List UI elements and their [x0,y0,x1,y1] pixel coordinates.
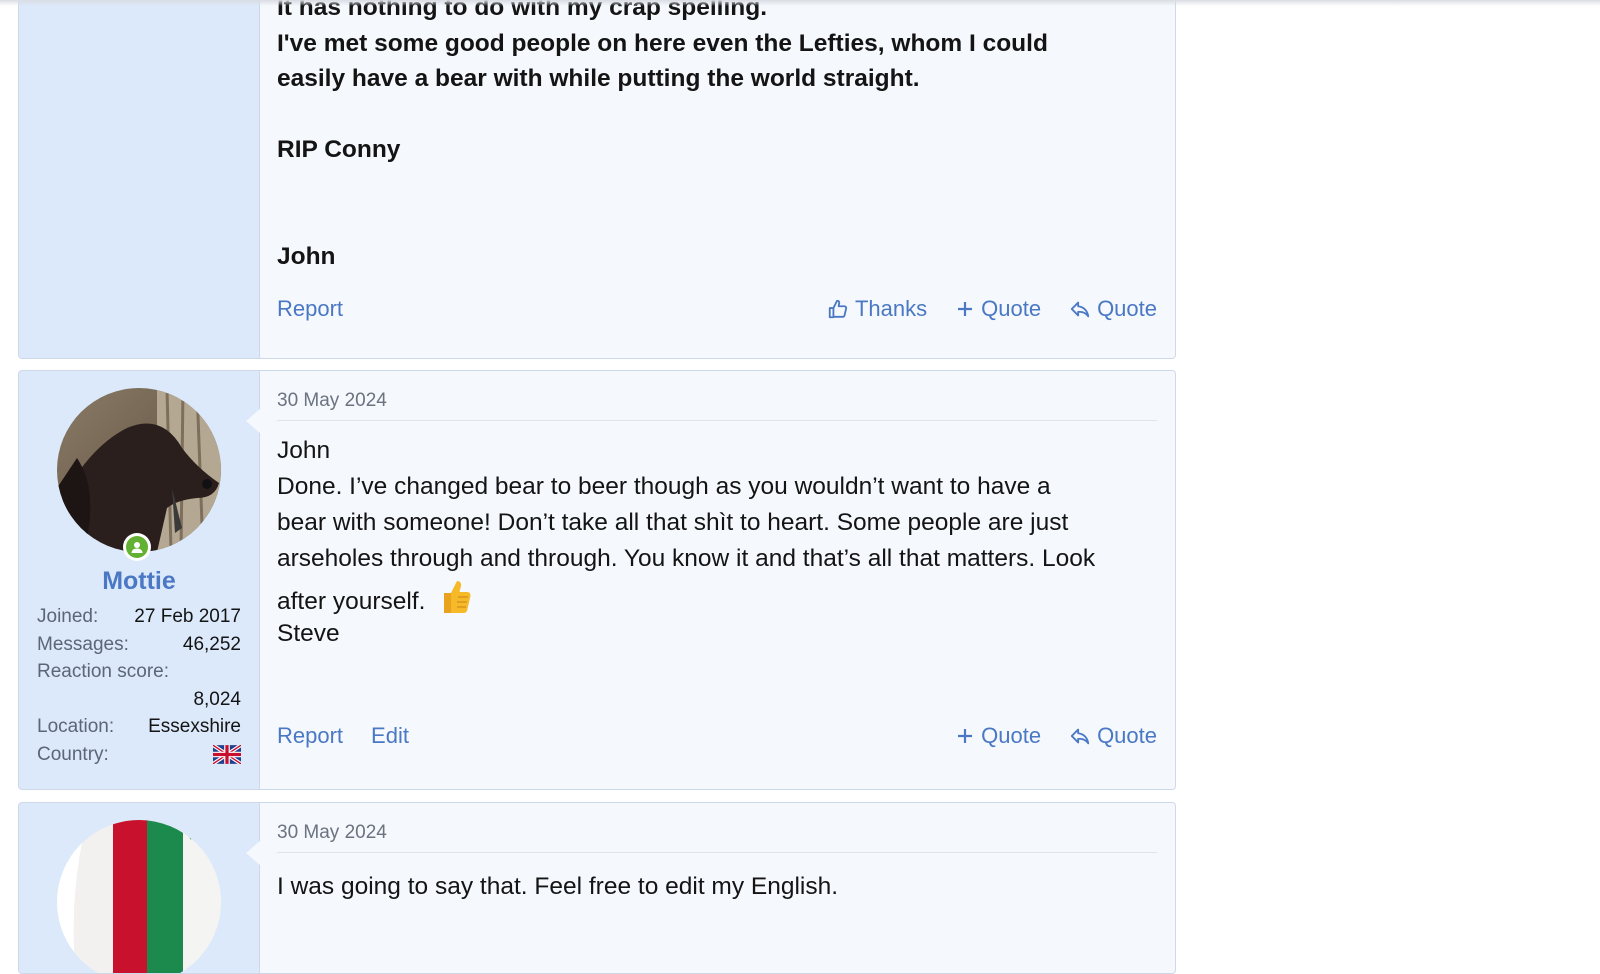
post-1-body: It has nothing to do with my crap spelli… [277,0,1157,274]
post-arrow [246,409,260,433]
post-1-actions: Report Thanks Quote Quote [277,296,1157,322]
country-row: Country: [37,741,241,769]
post-1: It has nothing to do with my crap spelli… [18,0,1176,359]
plus-icon [958,302,973,316]
multi-quote-label: Quote [981,296,1042,321]
edit-link[interactable]: Edit [371,723,409,749]
joined-value: 27 Feb 2017 [134,606,241,627]
body-line: bear with someone! Don’t take all that s… [277,509,1069,536]
divider [277,852,1157,853]
post-2-body: John Done. I’ve changed bear to beer tho… [277,433,1157,652]
thumbs-up-icon [828,299,848,319]
body-line [277,97,1157,133]
user-stats: Joined: 27 Feb 2017 Messages: 46,252 Rea… [37,603,241,768]
messages-label: Messages: [37,633,129,655]
post-1-content: It has nothing to do with my crap spelli… [260,0,1175,358]
body-line: I was going to say that. Feel free to ed… [277,873,839,900]
messages-row: Messages: 46,252 [37,631,241,659]
reply-icon [1070,728,1090,745]
body-line: John [277,242,336,270]
post-2: Mottie Joined: 27 Feb 2017 Messages: 46,… [18,370,1176,790]
multi-quote-button[interactable]: Quote [955,296,1041,322]
body-line [277,203,1157,239]
joined-label: Joined: [37,606,99,627]
multi-quote-button[interactable]: Quote [955,723,1041,749]
joined-row: Joined: 27 Feb 2017 [37,603,241,631]
messages-value: 46,252 [182,633,241,655]
thumbs-up-emoji-icon [444,581,471,613]
reply-quote-label: Quote [1097,723,1157,748]
divider [277,420,1157,421]
reply-quote-label: Quote [1097,296,1157,321]
body-line: I've met some good people on here even t… [277,29,1048,57]
location-row: Location: Essexshire [37,713,241,741]
uk-flag-icon [213,744,241,764]
reaction-value: 8,024 [193,688,241,710]
multi-quote-label: Quote [981,723,1042,748]
body-line: Done. I’ve changed bear to beer though a… [277,473,1051,500]
country-label: Country: [37,743,109,765]
online-status-icon [123,533,151,561]
body-line: RIP Conny [277,136,401,163]
username[interactable]: Mottie [19,567,259,596]
location-label: Location: [37,716,115,737]
reply-icon [1070,301,1090,318]
post-2-content: 30 May 2024 John Done. I’ve changed bear… [260,371,1175,789]
body-line: after yourself. [277,588,426,615]
post-3-body: I was going to say that. Feel free to ed… [277,869,1157,905]
post-2-user-column: Mottie Joined: 27 Feb 2017 Messages: 46,… [19,371,260,789]
avatar[interactable] [57,388,221,552]
flag-avatar-image [57,820,221,973]
post-date[interactable]: 30 May 2024 [277,390,387,412]
body-line: arseholes through and through. You know … [277,545,1096,572]
reaction-label: Reaction score: [37,661,170,682]
dog-avatar-image [57,388,221,552]
body-line: Steve [277,620,340,647]
top-shadow [0,0,1600,6]
reply-quote-button[interactable]: Quote [1069,296,1157,322]
body-line: John [277,437,331,464]
post-1-user-column [19,0,260,358]
report-link[interactable]: Report [277,723,343,749]
thanks-label: Thanks [854,296,928,321]
reaction-value-row: 8,024 [37,686,241,714]
reaction-label-row: Reaction score: [37,658,241,686]
post-arrow [246,841,260,865]
body-line-with-emoji: after yourself. [277,577,1157,616]
post-3: 30 May 2024 I was going to say that. Fee… [18,802,1176,974]
report-link[interactable]: Report [277,296,343,322]
thanks-button[interactable]: Thanks [827,296,927,322]
reply-quote-button[interactable]: Quote [1069,723,1157,749]
body-line [277,168,1157,204]
post-2-actions: Report Edit Quote Quote [277,723,1157,749]
avatar[interactable] [57,820,221,973]
post-date[interactable]: 30 May 2024 [277,822,387,844]
plus-icon [958,729,973,743]
location-value: Essexshire [148,716,241,737]
body-line: easily have a bear with while putting th… [277,65,920,92]
